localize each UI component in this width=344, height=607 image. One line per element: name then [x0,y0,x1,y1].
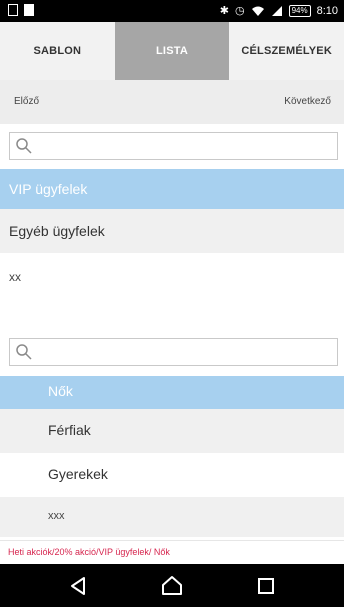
tab-bar: SABLON LISTA CÉLSZEMÉLYEK [0,22,344,81]
alarm-icon: ◷ [234,5,245,17]
search-input-lists[interactable] [9,132,338,160]
search-icon [16,344,32,360]
system-nav-bar [0,564,344,607]
tab-lista[interactable]: LISTA [114,22,230,80]
list-item[interactable]: Egyéb ügyfelek [0,209,344,253]
breadcrumb: Heti akciók/20% akció/VIP ügyfelek/ Nők [0,540,344,565]
signal-icon [271,5,282,16]
pager-bar: Előző Következő [0,80,344,124]
breadcrumb-text: Heti akciók/20% akció/VIP ügyfelek/ Nők [8,547,170,557]
previous-button[interactable]: Előző [14,96,39,107]
back-icon[interactable] [64,572,92,600]
tab-celszemelyek[interactable]: CÉLSZEMÉLYEK [229,22,344,80]
list-item-label: VIP ügyfelek [9,181,88,197]
tab-sablon[interactable]: SABLON [0,22,115,80]
search-icon [16,138,32,154]
next-button[interactable]: Következő [284,96,331,107]
list-item-label: Férfiak [48,422,91,438]
wifi-icon [251,6,264,16]
battery-icon: 94% [288,4,311,17]
list-item[interactable]: xx [0,253,344,301]
list-item-label: Egyéb ügyfelek [9,223,105,239]
clock: 8:10 [316,4,338,17]
list-item-label: Gyerekek [48,466,108,482]
list-item[interactable]: xxx [0,497,344,537]
list-item[interactable]: VIP ügyfelek [0,169,344,209]
search-input-items[interactable] [9,338,338,366]
sim-icon [24,4,34,16]
list-item[interactable]: Nők [0,376,344,409]
bluetooth-icon: ✱ [219,5,229,17]
list-item[interactable]: Férfiak [0,409,344,453]
list-item[interactable]: Gyerekek [0,453,344,497]
message-icon [8,4,18,16]
list-item-label: xxx [48,510,65,522]
list-item-label: Nők [48,383,73,399]
recents-icon[interactable] [252,572,280,600]
list-item-label: xx [9,270,21,284]
home-icon[interactable] [158,572,186,600]
status-bar: ✱ ◷ 94% 8:10 [0,0,344,22]
